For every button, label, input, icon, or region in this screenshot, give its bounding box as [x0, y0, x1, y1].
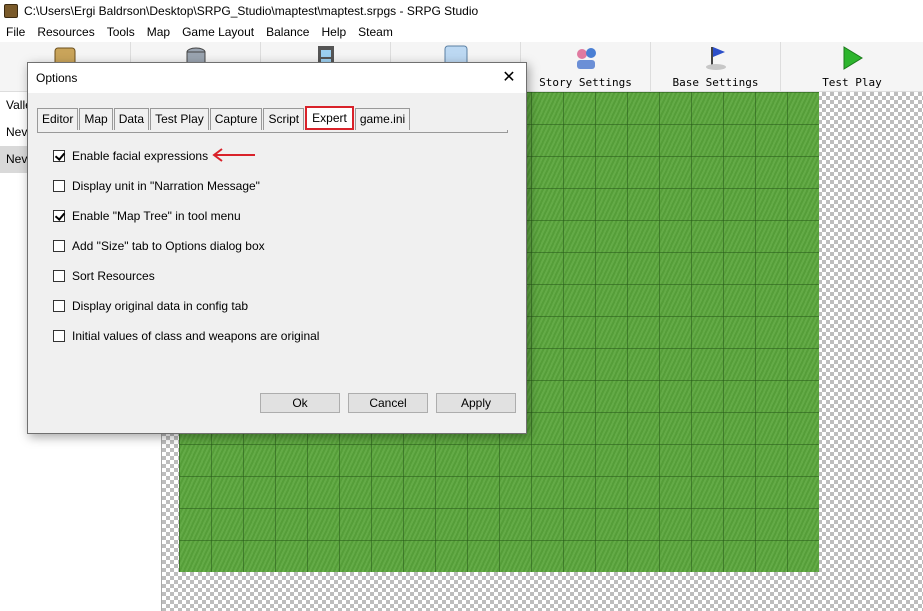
- checkbox[interactable]: [53, 150, 65, 162]
- flag-icon: [705, 47, 726, 70]
- checkbox[interactable]: [53, 270, 65, 282]
- toolbar-button-test-play[interactable]: Test Play: [780, 42, 923, 92]
- checkbox[interactable]: [53, 300, 65, 312]
- tab-script[interactable]: Script: [263, 108, 305, 130]
- title-bar: C:\Users\Ergi Baldrson\Desktop\SRPG_Stud…: [0, 0, 923, 22]
- options-dialog: Options ✕ Editor Map Data Test Play Capt…: [27, 62, 527, 434]
- tab-editor[interactable]: Editor: [37, 108, 79, 130]
- tab-map[interactable]: Map: [79, 108, 113, 130]
- tab-data[interactable]: Data: [113, 108, 150, 130]
- play-icon: [843, 46, 863, 70]
- option-enable-map-tree[interactable]: Enable "Map Tree" in tool menu: [53, 208, 241, 224]
- option-initial-values-original[interactable]: Initial values of class and weapons are …: [53, 328, 319, 344]
- tab-capture[interactable]: Capture: [209, 108, 263, 130]
- option-add-size-tab[interactable]: Add "Size" tab to Options dialog box: [53, 238, 265, 254]
- checkbox[interactable]: [53, 240, 65, 252]
- menu-steam[interactable]: Steam: [352, 22, 399, 42]
- option-label: Display original data in config tab: [72, 299, 249, 313]
- option-display-original-data[interactable]: Display original data in config tab: [53, 298, 248, 314]
- close-icon[interactable]: ✕: [498, 67, 520, 89]
- checkbox[interactable]: [53, 210, 65, 222]
- apply-button[interactable]: Apply: [436, 393, 516, 413]
- option-display-unit-narration[interactable]: Display unit in "Narration Message": [53, 178, 260, 194]
- base-settings-label: Base Settings: [672, 76, 759, 89]
- option-label: Enable "Map Tree" in tool menu: [72, 209, 241, 223]
- option-label: Display unit in "Narration Message": [72, 179, 260, 193]
- menu-game-layout[interactable]: Game Layout: [176, 22, 260, 42]
- option-label: Initial values of class and weapons are …: [72, 329, 320, 343]
- tab-expert[interactable]: Expert: [305, 106, 354, 130]
- options-tabs: Editor Map Data Test Play Capture Script…: [37, 104, 411, 130]
- characters-icon: [576, 48, 596, 69]
- test-play-label: Test Play: [822, 76, 882, 89]
- tab-panel-border: [37, 130, 508, 133]
- menu-help[interactable]: Help: [315, 22, 352, 42]
- menu-tools[interactable]: Tools: [101, 22, 141, 42]
- tab-test-play[interactable]: Test Play: [150, 108, 209, 130]
- checkbox[interactable]: [53, 330, 65, 342]
- cancel-button[interactable]: Cancel: [348, 393, 428, 413]
- toolbar-button-base-settings[interactable]: Base Settings: [650, 42, 780, 92]
- menu-file[interactable]: File: [0, 22, 31, 42]
- ok-button[interactable]: Ok: [260, 393, 340, 413]
- tab-game-ini[interactable]: game.ini: [354, 108, 411, 130]
- option-label: Sort Resources: [72, 269, 155, 283]
- menu-bar: File Resources Tools Map Game Layout Bal…: [0, 22, 923, 42]
- arrow-annotation-icon: [212, 148, 255, 162]
- menu-balance[interactable]: Balance: [260, 22, 315, 42]
- option-enable-facial-expressions[interactable]: Enable facial expressions: [53, 148, 208, 164]
- app-icon: [4, 4, 18, 18]
- option-sort-resources[interactable]: Sort Resources: [53, 268, 155, 284]
- dialog-title: Options: [36, 71, 78, 85]
- checkbox[interactable]: [53, 180, 65, 192]
- option-label: Add "Size" tab to Options dialog box: [72, 239, 265, 253]
- story-settings-label: Story Settings: [539, 76, 632, 89]
- option-label: Enable facial expressions: [72, 149, 209, 163]
- menu-map[interactable]: Map: [141, 22, 176, 42]
- menu-resources[interactable]: Resources: [31, 22, 100, 42]
- toolbar-button-story-settings[interactable]: Story Settings: [520, 42, 650, 92]
- dialog-title-bar: Options ✕: [28, 63, 526, 93]
- window-title: C:\Users\Ergi Baldrson\Desktop\SRPG_Stud…: [24, 4, 479, 18]
- srpg-studio-window: C:\Users\Ergi Baldrson\Desktop\SRPG_Stud…: [0, 0, 923, 611]
